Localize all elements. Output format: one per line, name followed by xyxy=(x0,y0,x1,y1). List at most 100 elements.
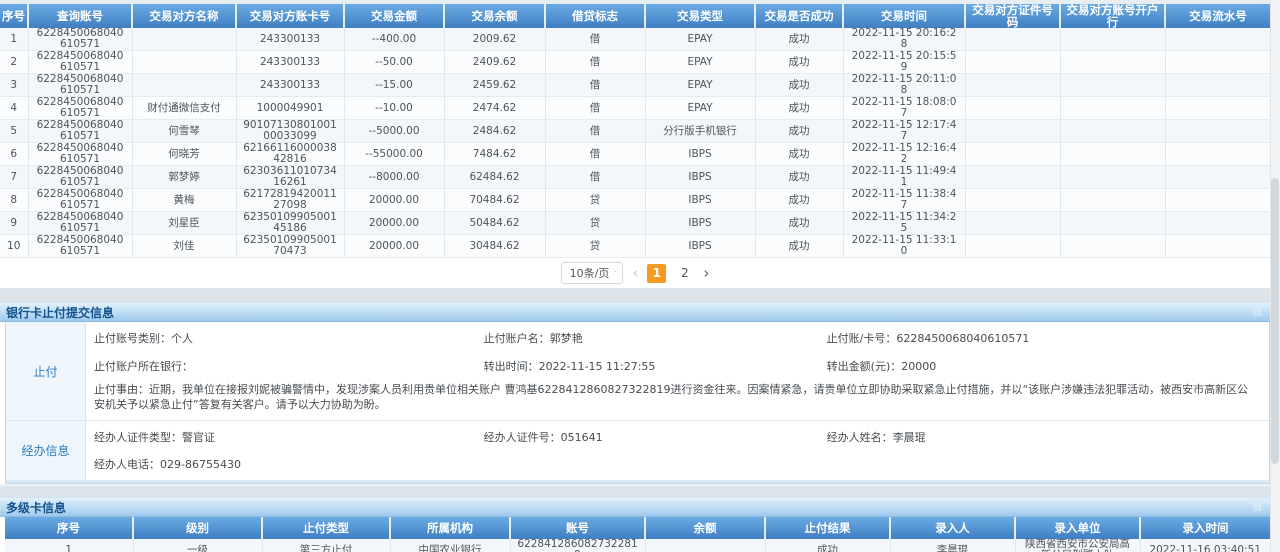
page-button-2[interactable]: 2 xyxy=(675,264,694,283)
table-cell: 4 xyxy=(0,97,28,120)
table-cell: 2022-11-15 11:49:41 xyxy=(843,166,965,189)
table-cell: 贷 xyxy=(545,189,645,212)
field-value: 6228450068040610571 xyxy=(896,332,1029,345)
table-cell: EPAY xyxy=(645,28,755,51)
column-header: 交易流水号 xyxy=(1165,4,1270,28)
table-cell: 243300133 xyxy=(236,74,344,97)
table-cell: --5000.00 xyxy=(344,120,444,143)
field-value: 郭梦艳 xyxy=(550,332,583,345)
stop-payment-section-header: 银行卡止付提交信息 ▤ xyxy=(0,302,1270,322)
field-value: 2022-11-15 11:27:55 xyxy=(539,360,656,373)
field-label: 经办人姓名： xyxy=(827,431,893,444)
table-cell: 1000049901 xyxy=(236,97,344,120)
table-cell: 6228450068040610571 xyxy=(28,189,132,212)
section-options-icon[interactable]: ▤ xyxy=(1253,307,1262,318)
field-label: 转出金额(元)： xyxy=(827,360,902,373)
scrollbar-track[interactable] xyxy=(1270,0,1280,552)
field-value: 个人 xyxy=(171,332,193,345)
transaction-table: 序号查询账号交易对方名称交易对方账卡号交易金额交易余额借贷标志交易类型交易是否成… xyxy=(0,4,1270,258)
field-value: 029-86755430 xyxy=(160,458,241,471)
stop-payment-section-title: 银行卡止付提交信息 xyxy=(6,304,114,321)
table-row: 16228450068040610571243300133--400.00200… xyxy=(0,28,1270,51)
table-cell: 2022-11-16 03:40:51 xyxy=(1140,539,1270,552)
multilevel-card-table: 序号级别止付类型所属机构账号余额止付结果录入人录入单位录入时间1一级第三方止付中… xyxy=(5,517,1270,552)
table-cell: 成功 xyxy=(755,166,843,189)
handler-group: 经办信息 经办人证件类型：警官证 经办人证件号：051641 经办人姓名：李晨琨… xyxy=(6,421,1269,483)
page-button-1[interactable]: 1 xyxy=(647,264,666,283)
table-cell: 6228450068040610571 xyxy=(28,143,132,166)
table-cell: 中国农业银行 xyxy=(390,539,510,552)
table-cell: 20000.00 xyxy=(344,189,444,212)
table-cell xyxy=(965,212,1060,235)
table-cell xyxy=(1060,97,1165,120)
column-header: 止付结果 xyxy=(765,517,890,539)
table-row: 66228450068040610571何晓芳62166116000038428… xyxy=(0,143,1270,166)
field-handler-name: 经办人姓名：李晨琨 xyxy=(827,429,1257,445)
table-cell xyxy=(1060,51,1165,74)
chevron-down-icon: ˅ xyxy=(613,269,617,276)
table-cell: 李晨琨 xyxy=(890,539,1015,552)
table-cell: 2484.62 xyxy=(444,120,545,143)
column-header: 交易是否成功 xyxy=(755,4,843,28)
field-label: 转出时间： xyxy=(484,360,539,373)
table-cell xyxy=(132,51,236,74)
table-cell xyxy=(1165,143,1270,166)
table-cell: IBPS xyxy=(645,189,755,212)
table-cell xyxy=(965,189,1060,212)
field-label: 经办人电话： xyxy=(94,458,160,471)
page-size-select[interactable]: 10条/页 ˅ xyxy=(561,262,624,284)
stop-payment-panel: 止付 止付账号类别：个人 止付账户名：郭梦艳 止付账/卡号：6228450068… xyxy=(5,322,1270,484)
table-cell: 何晓芳 xyxy=(132,143,236,166)
field-value: 警官证 xyxy=(182,431,215,444)
column-header: 余额 xyxy=(645,517,765,539)
table-cell: 成功 xyxy=(755,28,843,51)
table-cell xyxy=(1060,166,1165,189)
table-cell: 243300133 xyxy=(236,28,344,51)
field-handler-phone: 经办人电话：029-86755430 xyxy=(94,456,484,472)
field-amount: 转出金额(元)：20000 xyxy=(827,358,1257,374)
section-options-icon[interactable]: ▤ xyxy=(1253,502,1262,513)
table-cell: 1 xyxy=(0,28,28,51)
field-label: 止付账/卡号： xyxy=(827,332,897,345)
header-row: 序号级别止付类型所属机构账号余额止付结果录入人录入单位录入时间 xyxy=(5,517,1270,539)
table-cell: 6 xyxy=(0,143,28,166)
table-cell: 9 xyxy=(0,212,28,235)
table-cell: 贷 xyxy=(545,212,645,235)
table-cell: 借 xyxy=(545,120,645,143)
table-cell: 6228412860827322819 xyxy=(510,539,645,552)
prev-page-button[interactable]: ‹ xyxy=(632,266,638,281)
table-cell xyxy=(965,51,1060,74)
column-header: 交易对方账号开户行 xyxy=(1060,4,1165,28)
field-value: 李晨琨 xyxy=(893,431,926,444)
table-cell xyxy=(1060,143,1165,166)
table-cell: 6228450068040610571 xyxy=(28,120,132,143)
field-account-name: 止付账户名：郭梦艳 xyxy=(484,330,827,346)
table-cell: 2022-11-15 20:15:59 xyxy=(843,51,965,74)
table-cell: 1 xyxy=(5,539,133,552)
table-cell: 6228450068040610571 xyxy=(28,212,132,235)
table-cell: 6228450068040610571 xyxy=(28,97,132,120)
table-cell: 3 xyxy=(0,74,28,97)
table-cell xyxy=(965,28,1060,51)
field-label: 经办人证件号： xyxy=(484,431,561,444)
table-cell: 8 xyxy=(0,189,28,212)
column-header: 交易金额 xyxy=(344,4,444,28)
field-value: 20000 xyxy=(901,360,936,373)
table-cell: 成功 xyxy=(755,74,843,97)
table-cell xyxy=(1165,51,1270,74)
table-row: 106228450068040610571刘佳62350109905001704… xyxy=(0,235,1270,258)
handler-group-fields: 经办人证件类型：警官证 经办人证件号：051641 经办人姓名：李晨琨 经办人电… xyxy=(86,421,1269,480)
table-cell: 2022-11-15 11:33:10 xyxy=(843,235,965,258)
field-label: 止付账户所在银行： xyxy=(94,360,193,373)
field-value: 051641 xyxy=(561,431,603,444)
table-cell: 2474.62 xyxy=(444,97,545,120)
table-cell: 20000.00 xyxy=(344,212,444,235)
table-row: 36228450068040610571243300133--15.002459… xyxy=(0,74,1270,97)
table-row: 76228450068040610571郭梦婷62303611010734162… xyxy=(0,166,1270,189)
section-divider xyxy=(0,484,1280,497)
table-row: 46228450068040610571财付通微信支付1000049901--1… xyxy=(0,97,1270,120)
next-page-button[interactable]: › xyxy=(703,266,709,281)
table-cell: 6228450068040610571 xyxy=(28,235,132,258)
table-cell: 2022-11-15 18:08:07 xyxy=(843,97,965,120)
scrollbar-thumb[interactable] xyxy=(1271,178,1279,464)
